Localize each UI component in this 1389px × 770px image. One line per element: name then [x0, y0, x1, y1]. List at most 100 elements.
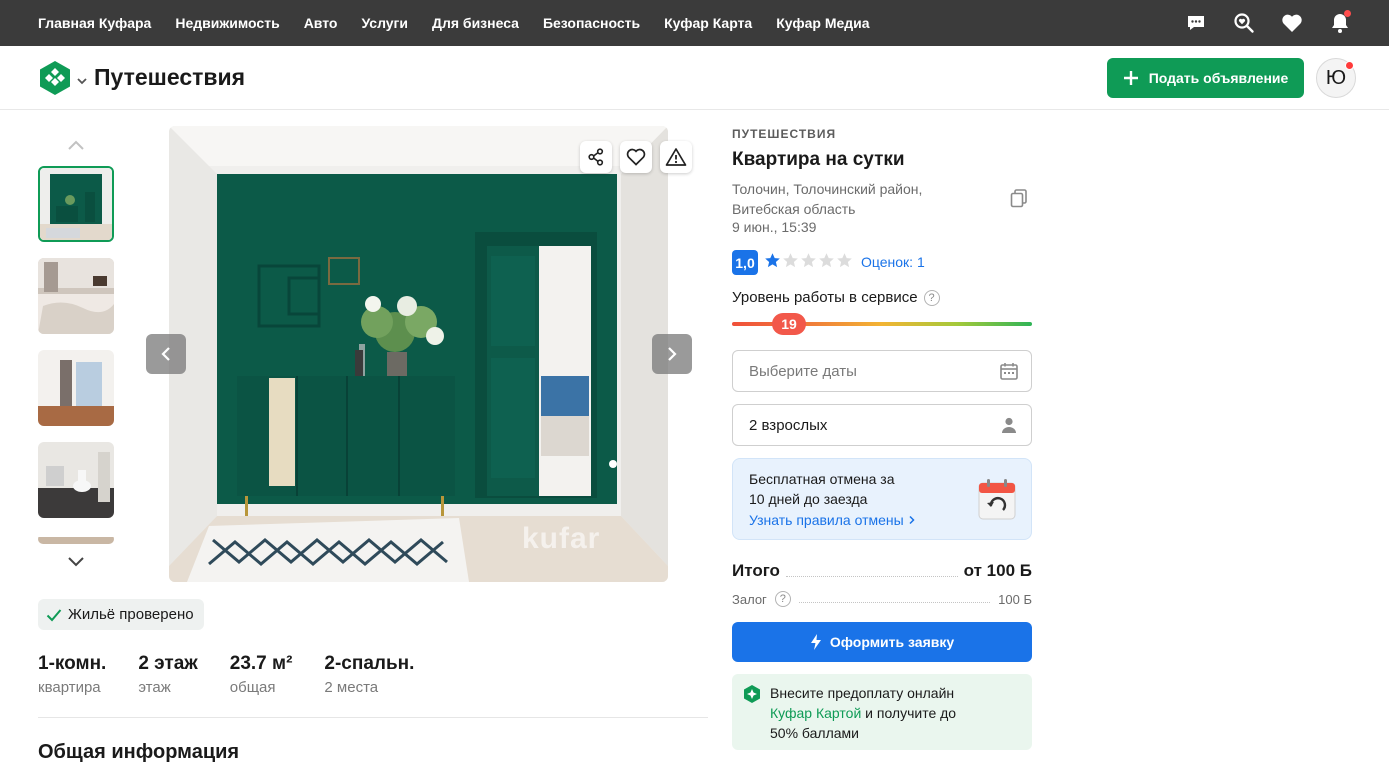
- service-level: Уровень работы в сервисе ?: [732, 289, 940, 306]
- thumbnail-3[interactable]: [38, 350, 114, 426]
- total-value: от 100 Б: [963, 561, 1032, 580]
- person-icon: [999, 415, 1019, 439]
- post-ad-button[interactable]: Подать объявление: [1107, 58, 1304, 98]
- check-icon: [46, 608, 62, 621]
- nav-link-services[interactable]: Услуги: [361, 15, 408, 31]
- rating-stars: [764, 252, 853, 269]
- page-header: Путешествия Подать объявление Ю: [0, 46, 1389, 110]
- cancel-rules-link[interactable]: Узнать правила отмены: [749, 512, 1015, 528]
- fact-value: 2-спальн.: [324, 653, 415, 674]
- fact-label: 2 места: [324, 679, 379, 696]
- avatar-notification-dot: [1345, 61, 1354, 70]
- fact-label: общая: [229, 679, 276, 696]
- nav-link-kufar-card[interactable]: Куфар Карта: [664, 15, 752, 31]
- fact-beds: 2-спальн. 2 места: [324, 652, 414, 700]
- dates-placeholder: Выберите даты: [749, 362, 857, 380]
- report-button[interactable]: [660, 141, 692, 173]
- listing-title: Квартира на сутки: [732, 149, 905, 170]
- fact-value: 1-комн.: [38, 653, 107, 674]
- nav-link-realty[interactable]: Недвижимость: [175, 15, 279, 31]
- bell-icon[interactable]: [1329, 10, 1351, 34]
- heart-icon[interactable]: [1281, 12, 1303, 34]
- thumbnail-5[interactable]: [38, 534, 114, 544]
- notification-dot: [1344, 10, 1351, 17]
- star-filled-icon: [765, 253, 780, 268]
- lightning-icon: [810, 634, 821, 650]
- promo-text: и получите до: [861, 705, 957, 721]
- promo-line-1: Внесите предоплату онлайн: [770, 685, 955, 701]
- chevron-down-icon[interactable]: [76, 72, 88, 90]
- cancel-line-1: Бесплатная отмена за: [749, 471, 895, 487]
- prev-photo-button[interactable]: [146, 334, 186, 374]
- share-button[interactable]: [580, 141, 612, 173]
- top-nav-links: Главная Куфара Недвижимость Авто Услуги …: [0, 15, 894, 31]
- chevron-up-icon[interactable]: [66, 138, 86, 152]
- chevron-left-icon: [161, 347, 170, 361]
- copy-icon[interactable]: [1009, 188, 1029, 213]
- deposit-label: Залог: [732, 591, 767, 607]
- thumbnail-2[interactable]: [38, 258, 114, 334]
- chevron-down-icon[interactable]: [66, 555, 86, 569]
- share-icon: [588, 148, 604, 166]
- prepayment-promo: Внесите предоплату онлайн Куфар Картой и…: [732, 674, 1032, 750]
- nav-link-main[interactable]: Главная Куфара: [38, 15, 151, 31]
- submit-request-label: Оформить заявку: [829, 634, 955, 650]
- chat-icon[interactable]: [1185, 12, 1207, 34]
- dates-input[interactable]: Выберите даты: [732, 350, 1032, 392]
- calendar-icon: [999, 361, 1019, 385]
- favorite-button[interactable]: [620, 141, 652, 173]
- question-icon[interactable]: ?: [923, 289, 940, 306]
- main-photo[interactable]: [169, 126, 668, 582]
- divider: [38, 717, 708, 718]
- heart-outline-icon: [626, 148, 646, 166]
- star-empty-icon: [819, 253, 834, 268]
- fact-area: 23.7 м² общая: [230, 652, 293, 700]
- promo-line-3: 50% баллами: [770, 725, 859, 741]
- total-label: Итого: [732, 561, 780, 580]
- fact-floor: 2 этаж этаж: [138, 652, 197, 700]
- nav-link-auto[interactable]: Авто: [304, 15, 338, 31]
- warning-icon: [665, 148, 687, 166]
- property-facts: 1-комн. квартира 2 этаж этаж 23.7 м² общ…: [38, 652, 446, 700]
- question-icon[interactable]: ?: [774, 591, 791, 607]
- service-level-label: Уровень работы в сервисе: [732, 289, 918, 306]
- thumbnail-4[interactable]: [38, 442, 114, 518]
- reviews-link[interactable]: Оценок: 1: [861, 254, 925, 270]
- listing-date: 9 июн., 15:39: [732, 219, 817, 235]
- location-line-2: Витебская область: [732, 201, 856, 217]
- cancel-line-2: 10 дней до заезда: [749, 491, 868, 507]
- kufar-card-link[interactable]: Куфар Картой: [770, 705, 861, 721]
- service-level-badge: 19: [772, 313, 806, 335]
- nav-link-kufar-media[interactable]: Куфар Медиа: [776, 15, 869, 31]
- kufar-logo-icon[interactable]: [38, 60, 72, 96]
- general-info-heading: Общая информация: [38, 741, 240, 763]
- deposit-value: 100 Б: [998, 591, 1032, 607]
- fact-label: этаж: [138, 679, 171, 696]
- fact-value: 23.7 м²: [229, 653, 293, 674]
- category-label[interactable]: ПУТЕШЕСТВИЯ: [732, 127, 836, 141]
- fact-rooms: 1-комн. квартира: [38, 652, 106, 700]
- avatar[interactable]: Ю: [1316, 58, 1356, 98]
- star-empty-icon: [837, 253, 852, 268]
- fact-value: 2 этаж: [138, 653, 198, 674]
- verified-badge: Жильё проверено: [38, 599, 204, 630]
- calendar-return-icon: [977, 477, 1017, 526]
- nav-link-business[interactable]: Для бизнеса: [432, 15, 519, 31]
- fact-label: квартира: [38, 679, 101, 696]
- chevron-right-icon: [668, 347, 677, 361]
- listing-location: Толочин, Толочинский район, Витебская об…: [732, 179, 972, 219]
- thumbnail-1[interactable]: [38, 166, 114, 242]
- search-heart-icon[interactable]: [1233, 12, 1255, 34]
- photo-watermark: kufar: [522, 522, 601, 555]
- top-navigation: Главная Куфара Недвижимость Авто Услуги …: [0, 0, 1389, 46]
- star-empty-icon: [801, 253, 816, 268]
- top-nav-icons: [1185, 0, 1351, 46]
- cancel-rules-label: Узнать правила отмены: [749, 512, 904, 528]
- dotted-leader: [785, 576, 958, 577]
- total-price-row: Итого от 100 Б: [732, 561, 1032, 581]
- next-photo-button[interactable]: [652, 334, 692, 374]
- nav-link-security[interactable]: Безопасность: [543, 15, 640, 31]
- rating-score: 1,0: [732, 250, 758, 275]
- guests-input[interactable]: 2 взрослых: [732, 404, 1032, 446]
- submit-request-button[interactable]: Оформить заявку: [732, 622, 1032, 662]
